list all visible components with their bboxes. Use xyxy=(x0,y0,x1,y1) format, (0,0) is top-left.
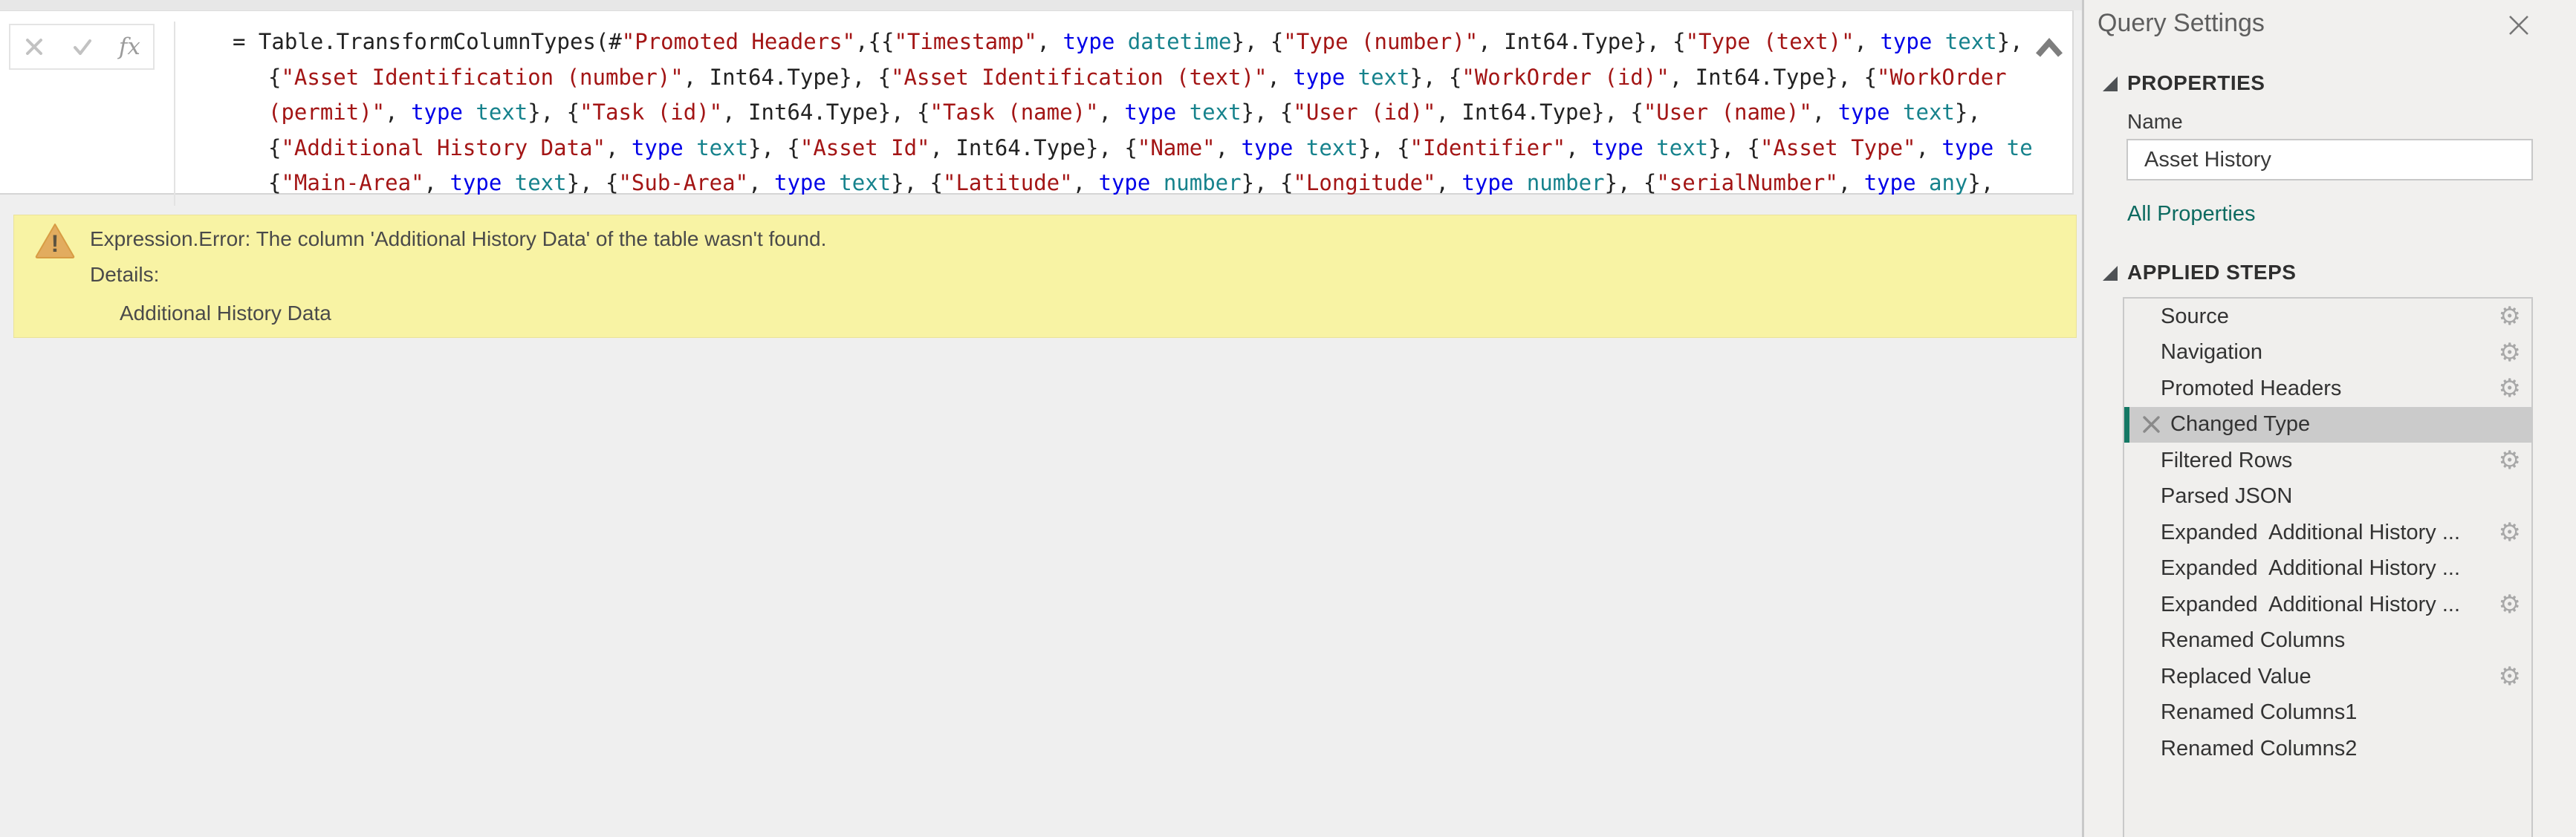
step-label: Promoted Headers xyxy=(2161,377,2341,401)
applied-step-row[interactable]: Source ⚙ xyxy=(2124,299,2531,335)
fx-button[interactable]: fx xyxy=(119,33,140,60)
cancel-formula-button[interactable] xyxy=(23,36,45,58)
step-label: Expanded Additional History ... xyxy=(2161,593,2460,617)
applied-step-row[interactable]: Expanded Additional History ... ⚙ xyxy=(2124,587,2531,623)
formula-code-line: {"inventoryId", type text}, {"installati… xyxy=(176,201,2034,206)
step-label: Replaced Value xyxy=(2161,665,2311,689)
svg-text:!: ! xyxy=(51,230,59,257)
formula-separator xyxy=(174,22,175,206)
step-label: Parsed JSON xyxy=(2161,484,2292,509)
error-message: Expression.Error: The column 'Additional… xyxy=(90,227,826,251)
selected-step-accent-bar xyxy=(2124,407,2129,443)
close-panel-button[interactable] xyxy=(2505,12,2532,39)
step-settings-gear-icon[interactable]: ⚙ xyxy=(2499,304,2521,329)
panel-title: Query Settings xyxy=(2098,9,2265,38)
step-settings-gear-icon[interactable]: ⚙ xyxy=(2499,520,2521,545)
formula-input[interactable]: = Table.TransformColumnTypes(#"Promoted … xyxy=(176,22,2034,206)
confirm-formula-button[interactable] xyxy=(71,36,94,58)
step-label: Changed Type xyxy=(2170,412,2310,437)
error-banner: ! Expression.Error: The column 'Addition… xyxy=(13,215,2077,338)
properties-section-header[interactable]: PROPERTIES xyxy=(2127,71,2265,95)
chevron-up-icon xyxy=(2032,34,2066,64)
applied-step-row[interactable]: Promoted Headers ⚙ xyxy=(2124,371,2531,407)
step-label: Expanded Additional History ... xyxy=(2161,556,2460,581)
applied-step-row[interactable]: Renamed Columns1 xyxy=(2124,695,2531,732)
step-settings-gear-icon[interactable]: ⚙ xyxy=(2499,592,2521,617)
collapse-formula-button[interactable] xyxy=(2031,32,2068,66)
top-strip xyxy=(0,0,2082,10)
step-settings-gear-icon[interactable]: ⚙ xyxy=(2499,376,2521,401)
formula-bar: fx = Table.TransformColumnTypes(#"Promot… xyxy=(0,10,2074,195)
step-label: Renamed Columns2 xyxy=(2161,737,2357,761)
close-icon xyxy=(2506,13,2531,38)
properties-collapse-icon xyxy=(2103,76,2118,91)
cancel-x-icon xyxy=(23,36,45,58)
name-label: Name xyxy=(2127,110,2183,134)
formula-action-box: fx xyxy=(9,24,155,70)
formula-code-line: {"Additional History Data", type text}, … xyxy=(176,131,2034,166)
applied-step-row[interactable]: Replaced Value ⚙ xyxy=(2124,659,2531,695)
step-settings-gear-icon[interactable]: ⚙ xyxy=(2499,664,2521,689)
step-settings-gear-icon[interactable]: ⚙ xyxy=(2499,448,2521,473)
name-input[interactable] xyxy=(2126,139,2533,180)
applied-step-row[interactable]: Expanded Additional History ... ⚙ xyxy=(2124,515,2531,551)
step-label: Expanded Additional History ... xyxy=(2161,521,2460,545)
step-settings-gear-icon[interactable]: ⚙ xyxy=(2499,340,2521,365)
formula-code-line: (permit)", type text}, {"Task (id)", Int… xyxy=(176,95,2034,131)
step-label: Filtered Rows xyxy=(2161,449,2292,473)
applied-step-row[interactable]: Navigation ⚙ xyxy=(2124,335,2531,371)
applied-steps-collapse-icon xyxy=(2103,266,2118,281)
step-label: Renamed Columns1 xyxy=(2161,700,2357,725)
applied-step-row[interactable]: Parsed JSON xyxy=(2124,479,2531,515)
applied-step-row[interactable]: Renamed Columns xyxy=(2124,623,2531,659)
step-label: Source xyxy=(2161,304,2229,329)
checkmark-icon xyxy=(71,36,94,58)
formula-code-line: {"Asset Identification (number)", Int64.… xyxy=(176,60,2034,96)
delete-x-icon xyxy=(2141,414,2161,434)
step-label: Renamed Columns xyxy=(2161,628,2345,653)
error-details-value: Additional History Data xyxy=(120,302,331,325)
formula-code-line: {"Main-Area", type text}, {"Sub-Area", t… xyxy=(176,166,2034,201)
step-label: Navigation xyxy=(2161,340,2262,365)
applied-steps-list: Source ⚙ Navigation ⚙ Promoted Headers ⚙ Chang… xyxy=(2123,297,2533,837)
applied-step-row[interactable]: Renamed Columns2 xyxy=(2124,731,2531,767)
applied-step-row[interactable]: Filtered Rows ⚙ xyxy=(2124,443,2531,479)
applied-step-row[interactable]: Changed Type xyxy=(2124,407,2531,443)
applied-steps-section-header[interactable]: APPLIED STEPS xyxy=(2127,261,2296,284)
query-settings-panel: Query Settings PROPERTIES Name All Prope… xyxy=(2084,0,2576,837)
error-details-label: Details: xyxy=(90,263,159,287)
warning-icon: ! xyxy=(34,222,76,263)
applied-step-row[interactable]: Expanded Additional History ... xyxy=(2124,551,2531,587)
delete-step-button[interactable] xyxy=(2141,414,2161,434)
formula-code-line: = Table.TransformColumnTypes(#"Promoted … xyxy=(176,25,2034,60)
all-properties-link[interactable]: All Properties xyxy=(2127,202,2255,227)
